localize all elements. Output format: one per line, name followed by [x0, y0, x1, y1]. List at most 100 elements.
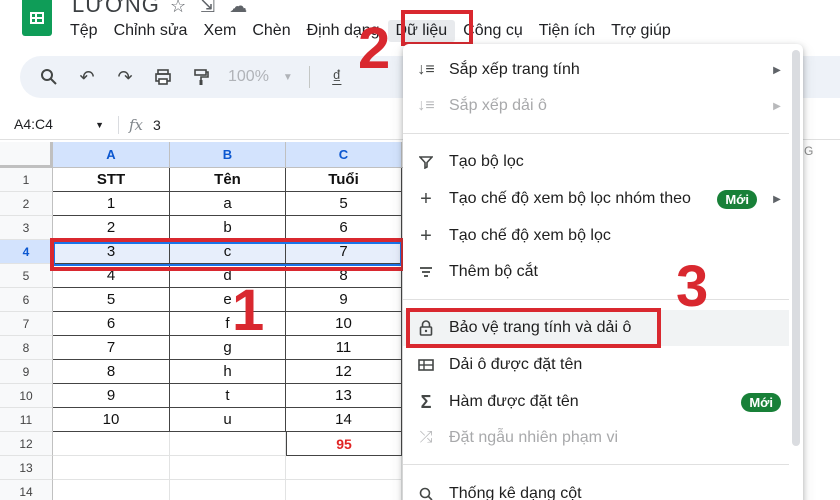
table-cell[interactable]: 9: [286, 288, 402, 312]
table-cell[interactable]: 5: [286, 192, 402, 216]
table-cell[interactable]: [170, 480, 286, 500]
menu-edit[interactable]: Chỉnh sửa: [106, 20, 196, 42]
zoom-dropdown[interactable]: 100% ▼: [228, 68, 293, 86]
menu-item-named-functions[interactable]: Σ Hàm được đặt tên Mới: [403, 384, 789, 420]
menu-tools[interactable]: Công cụ: [455, 20, 531, 42]
menu-data[interactable]: Dữ liệu: [387, 20, 456, 42]
table-cell[interactable]: [170, 456, 286, 480]
sheets-logo-icon[interactable]: [22, 0, 52, 36]
row-header[interactable]: 12: [0, 432, 53, 456]
column-header-a[interactable]: A: [53, 142, 170, 168]
menu-item-sort-sheet[interactable]: ↓≡ Sắp xếp trang tính ▶: [403, 52, 789, 88]
row-header[interactable]: 11: [0, 408, 53, 432]
row-header[interactable]: 13: [0, 456, 53, 480]
table-cell[interactable]: Tên: [170, 168, 286, 192]
submenu-arrow-icon: ▶: [773, 100, 781, 112]
row-header[interactable]: 5: [0, 264, 53, 288]
table-cell[interactable]: 4: [53, 264, 170, 288]
search-icon[interactable]: [38, 66, 60, 88]
menu-item-column-stats[interactable]: Thống kê dạng cột: [403, 476, 789, 500]
table-cell[interactable]: t: [170, 384, 286, 408]
move-to-folder-icon[interactable]: ⇲: [200, 0, 215, 17]
menu-item-label: Hàm được đặt tên: [449, 393, 579, 410]
star-icon[interactable]: ☆: [170, 0, 186, 17]
column-header-c[interactable]: C: [286, 142, 402, 168]
table-cell[interactable]: [286, 480, 402, 500]
redo-icon[interactable]: ↷: [114, 66, 136, 88]
menu-item-create-filter-view[interactable]: + Tạo chế độ xem bộ lọc: [403, 218, 789, 254]
table-cell[interactable]: 8: [53, 360, 170, 384]
table-cell[interactable]: g: [170, 336, 286, 360]
menu-file[interactable]: Tệp: [62, 20, 106, 42]
table-cell[interactable]: 13: [286, 384, 402, 408]
sigma-icon: Σ: [420, 391, 432, 412]
currency-format-icon[interactable]: ₫: [326, 66, 348, 88]
undo-icon[interactable]: ↶: [76, 66, 98, 88]
menu-help[interactable]: Trợ giúp: [603, 20, 679, 42]
name-box[interactable]: A4:C4 ▼: [0, 116, 118, 134]
menu-item-add-slicer[interactable]: Thêm bộ cắt: [403, 254, 789, 290]
menu-extensions[interactable]: Tiện ích: [531, 20, 603, 42]
table-cell[interactable]: 11: [286, 336, 402, 360]
row-header[interactable]: 6: [0, 288, 53, 312]
menu-view[interactable]: Xem: [195, 20, 244, 42]
table-cell[interactable]: [53, 456, 170, 480]
table-cell[interactable]: 6: [286, 216, 402, 240]
table-cell[interactable]: STT: [53, 168, 170, 192]
menu-scrollbar[interactable]: [792, 50, 800, 446]
table-cell[interactable]: f: [170, 312, 286, 336]
row-header[interactable]: 8: [0, 336, 53, 360]
menu-item-create-filter[interactable]: Tạo bộ lọc: [403, 144, 789, 180]
formula-input[interactable]: 3: [153, 117, 161, 133]
table-cell[interactable]: [170, 432, 286, 456]
row-header[interactable]: 10: [0, 384, 53, 408]
table-cell[interactable]: Tuổi: [286, 168, 402, 192]
table-row: 14: [0, 480, 402, 500]
column-header-g[interactable]: G: [804, 144, 813, 158]
row-header[interactable]: 14: [0, 480, 53, 500]
menu-item-sort-range: ↓≡ Sắp xếp dải ô ▶: [403, 88, 789, 124]
table-cell[interactable]: [53, 480, 170, 500]
table-cell[interactable]: 1: [53, 192, 170, 216]
paint-format-icon[interactable]: [190, 66, 212, 88]
table-cell[interactable]: 10: [286, 312, 402, 336]
table-cell[interactable]: u: [170, 408, 286, 432]
row-header[interactable]: 7: [0, 312, 53, 336]
table-cell[interactable]: d: [170, 264, 286, 288]
print-icon[interactable]: [152, 66, 174, 88]
row-header[interactable]: 2: [0, 192, 53, 216]
total-cell[interactable]: 95: [286, 432, 402, 456]
table-cell[interactable]: 6: [53, 312, 170, 336]
table-cell[interactable]: 14: [286, 408, 402, 432]
row-header[interactable]: 9: [0, 360, 53, 384]
menu-item-protect-sheets[interactable]: Bảo vệ trang tính và dải ô: [403, 310, 789, 346]
table-cell[interactable]: 8: [286, 264, 402, 288]
table-cell[interactable]: 5: [53, 288, 170, 312]
table-cell[interactable]: b: [170, 216, 286, 240]
row-header[interactable]: 3: [0, 216, 53, 240]
table-cell[interactable]: 12: [286, 360, 402, 384]
row-header[interactable]: 4: [0, 240, 53, 264]
table-cell[interactable]: h: [170, 360, 286, 384]
menu-item-group-filter-view[interactable]: + Tạo chế độ xem bộ lọc nhóm theo Mới ▶: [403, 181, 789, 217]
table-cell[interactable]: 9: [53, 384, 170, 408]
table-cell[interactable]: 7: [286, 240, 402, 264]
menu-insert[interactable]: Chèn: [244, 20, 298, 42]
column-header-b[interactable]: B: [170, 142, 286, 168]
table-cell[interactable]: [286, 456, 402, 480]
table-cell[interactable]: c: [170, 240, 286, 264]
select-all-corner[interactable]: [0, 142, 53, 168]
table-cell[interactable]: e: [170, 288, 286, 312]
document-title[interactable]: LƯƠNG: [72, 0, 160, 18]
cloud-status-icon[interactable]: ☁: [229, 0, 247, 17]
table-cell[interactable]: 10: [53, 408, 170, 432]
table-cell[interactable]: a: [170, 192, 286, 216]
menu-divider: [403, 464, 789, 465]
menu-item-named-ranges[interactable]: Dải ô được đặt tên: [403, 347, 789, 383]
data-menu-dropdown: ↓≡ Sắp xếp trang tính ▶ ↓≡ Sắp xếp dải ô…: [403, 44, 803, 500]
table-cell[interactable]: 7: [53, 336, 170, 360]
table-cell[interactable]: 2: [53, 216, 170, 240]
row-header[interactable]: 1: [0, 168, 53, 192]
table-cell[interactable]: [53, 432, 170, 456]
table-cell[interactable]: 3: [53, 240, 170, 264]
